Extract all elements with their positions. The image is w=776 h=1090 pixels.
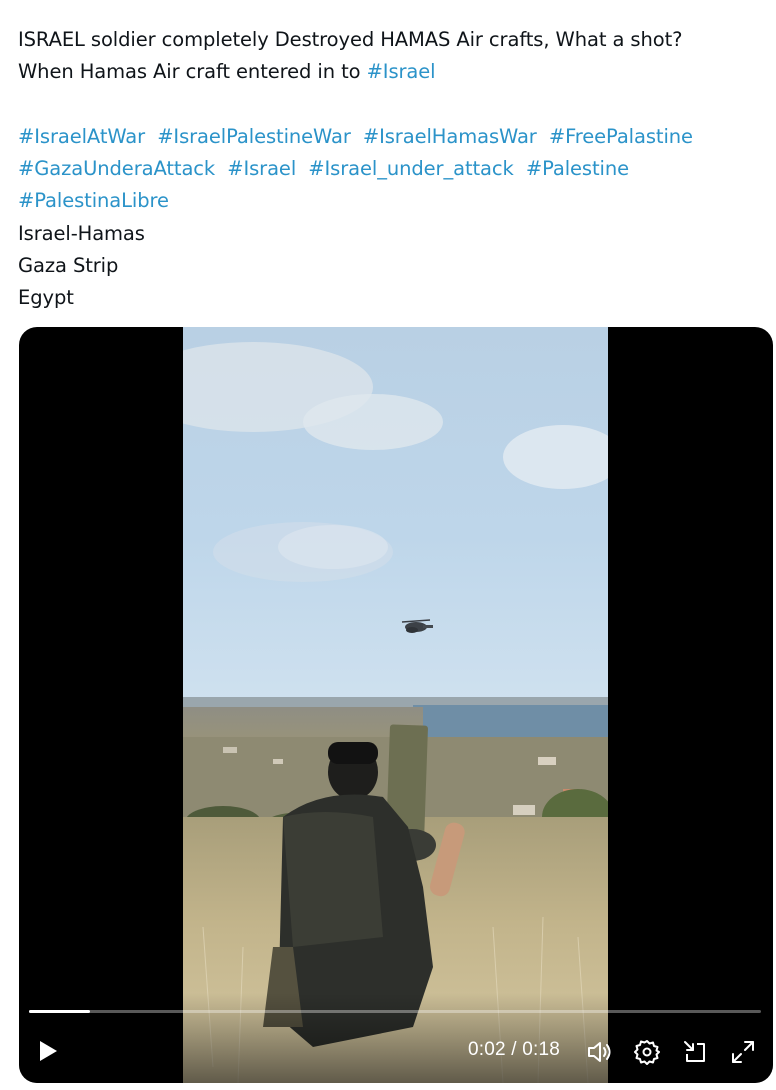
play-icon	[40, 1041, 57, 1061]
video-still-image	[183, 327, 608, 1083]
video-time-display: 0:02 / 0:18	[468, 1039, 560, 1060]
play-button[interactable]	[36, 1036, 62, 1066]
volume-icon	[588, 1042, 611, 1062]
video-progress-bar[interactable]	[29, 1010, 761, 1013]
popout-icon	[684, 1041, 705, 1062]
hashtag-link[interactable]: #GazaUnderaAttack	[18, 157, 215, 180]
fullscreen-expand-icon	[732, 1041, 754, 1063]
hashtag-link[interactable]: #IsraelPalestineWar	[157, 125, 351, 148]
settings-button[interactable]	[633, 1038, 661, 1066]
video-progress-fill	[29, 1010, 91, 1013]
settings-gear-icon	[634, 1040, 660, 1065]
video-frame[interactable]	[183, 327, 608, 1083]
hashtag-link[interactable]: #IsraelHamasWar	[363, 125, 537, 148]
fullscreen-button[interactable]	[729, 1038, 757, 1066]
hashtag-link[interactable]: #IsraelAtWar	[18, 125, 145, 148]
hashtag-link[interactable]: #Israel_under_attack	[308, 157, 514, 180]
hashtag-link[interactable]: #FreePalastine	[549, 125, 693, 148]
hashtag-row-2: #GazaUnderaAttack #Israel #Israel_under_…	[18, 153, 763, 185]
tweet-text-line-2: When Hamas Air craft entered in to #Isra…	[18, 56, 763, 88]
hashtag-link[interactable]: #Israel	[227, 157, 296, 180]
video-player[interactable]: 0:02 / 0:18	[19, 327, 773, 1083]
hashtag-row-1: #IsraelAtWar #IsraelPalestineWar #Israel…	[18, 121, 763, 153]
tweet-text-line-2-text: When Hamas Air craft entered in to	[18, 60, 367, 84]
topic-line: Gaza Strip	[18, 254, 119, 278]
topic-line: Israel-Hamas	[18, 221, 145, 245]
hashtag-link[interactable]: #PalestinaLibre	[18, 189, 169, 212]
volume-button[interactable]	[585, 1038, 613, 1066]
hashtag-link[interactable]: #Palestine	[526, 157, 629, 180]
tweet-body: ISRAEL soldier completely Destroyed HAMA…	[18, 24, 763, 315]
hashtag-row-3: #PalestinaLibre	[18, 185, 763, 217]
tweet-text-line-1: ISRAEL soldier completely Destroyed HAMA…	[18, 28, 683, 51]
hashtag-link-israel-inline[interactable]: #Israel	[367, 60, 436, 83]
popout-button[interactable]	[681, 1038, 709, 1066]
topic-line: Egypt	[18, 286, 74, 310]
